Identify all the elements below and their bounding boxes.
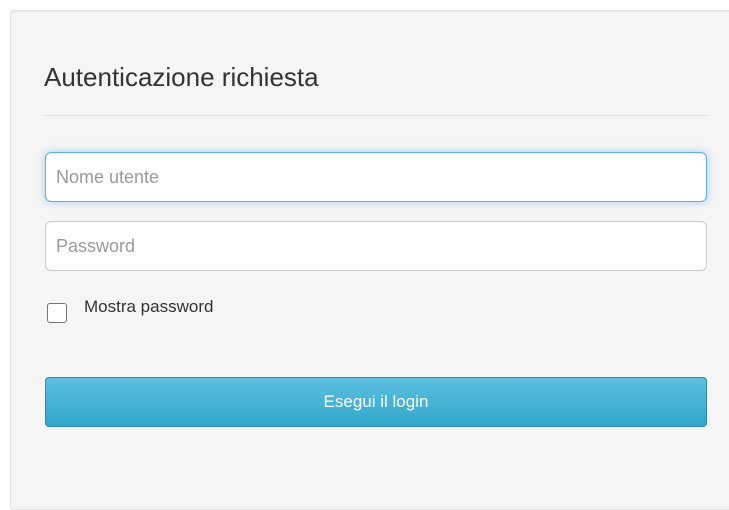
- title-divider: [44, 115, 708, 116]
- page-title: Autenticazione richiesta: [44, 62, 319, 92]
- show-password-checkbox[interactable]: [47, 303, 67, 323]
- password-field[interactable]: [45, 221, 707, 271]
- login-panel: Autenticazione richiesta Mostra password…: [10, 10, 729, 510]
- login-button[interactable]: Esegui il login: [45, 377, 707, 427]
- username-field[interactable]: [45, 152, 707, 202]
- show-password-option[interactable]: Mostra password: [47, 296, 213, 326]
- show-password-label[interactable]: Mostra password: [84, 296, 213, 317]
